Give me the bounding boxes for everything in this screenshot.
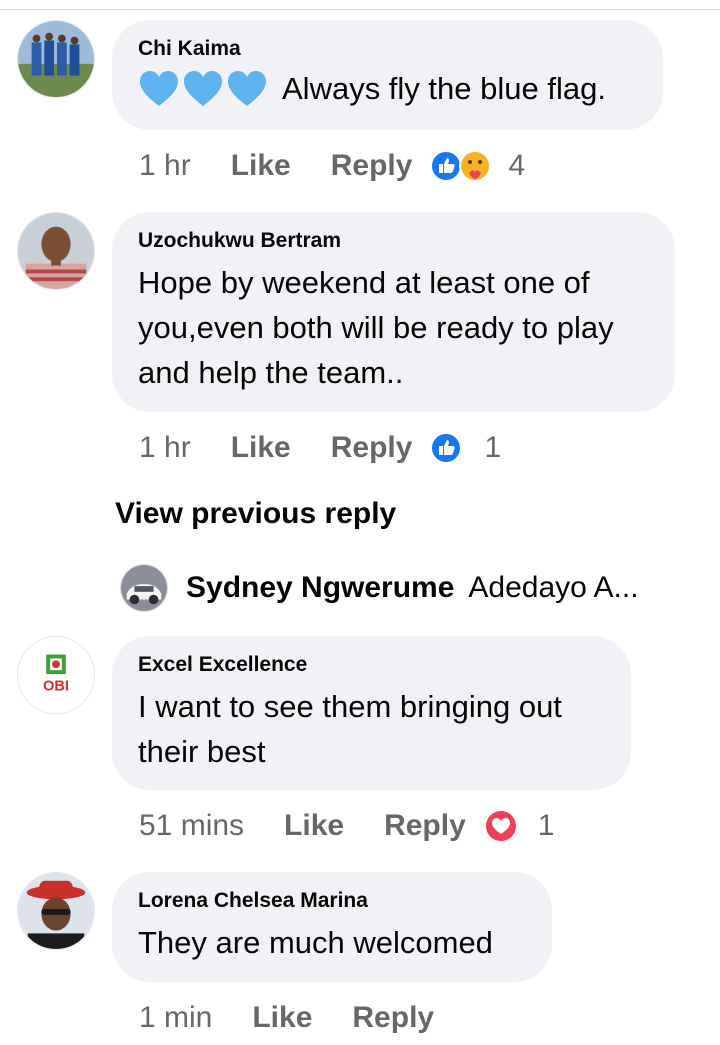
comment-author[interactable]: Excel Excellence: [138, 652, 605, 678]
like-button[interactable]: Like: [252, 1001, 312, 1035]
emoji-group: [138, 69, 270, 109]
comment-text: Always fly the blue flag.: [138, 66, 637, 111]
comment-time[interactable]: 1 min: [139, 1001, 212, 1035]
comment-text-line: I want to see them bringing out: [138, 689, 562, 724]
comment-bubble: Chi Kaima Always fly the blue flag.: [112, 20, 663, 130]
comment-text-line: their best: [138, 734, 266, 769]
comment-author[interactable]: Chi Kaima: [138, 36, 637, 62]
comment-bubble: Lorena Chelsea Marina They are much welc…: [112, 872, 552, 982]
avatar-photo: [121, 565, 167, 611]
comment-text-line: and help the team..: [138, 355, 404, 390]
reactions-summary[interactable]: 1: [483, 809, 555, 843]
reactions-summary[interactable]: 1: [430, 431, 501, 465]
reaction-count: 1: [484, 431, 502, 464]
blue-heart-icon: [228, 70, 266, 106]
reactions-summary[interactable]: 4: [430, 149, 525, 183]
comment-text-line: Hope by weekend at least one of: [138, 265, 590, 300]
comment-time[interactable]: 1 hr: [139, 149, 191, 183]
reaction-count: 4: [508, 149, 526, 182]
comment-actions: 1 min Like Reply: [139, 998, 452, 1038]
reply-button[interactable]: Reply: [352, 1001, 434, 1035]
comment-actions: 51 mins Like Reply 1: [139, 806, 554, 846]
avatar[interactable]: [120, 564, 168, 612]
avatar-photo: OBI: [18, 637, 94, 713]
avatar-photo: [18, 873, 94, 949]
top-divider: [0, 9, 720, 10]
reaction-count: 1: [537, 809, 555, 842]
comment-bubble: Excel Excellence I want to see them brin…: [112, 636, 631, 790]
comment-time[interactable]: 51 mins: [139, 809, 244, 843]
avatar-photo: [18, 213, 94, 289]
comment-text: They are much welcomed: [138, 925, 493, 960]
reply-preview[interactable]: Sydney Ngwerume Adedayo A...: [120, 563, 639, 613]
avatar[interactable]: OBI: [17, 636, 95, 714]
avatar[interactable]: [17, 20, 95, 98]
comment-time[interactable]: 1 hr: [139, 431, 191, 465]
like-button[interactable]: Like: [231, 431, 291, 465]
view-previous-reply-link[interactable]: View previous reply: [115, 497, 396, 531]
comment-author[interactable]: Lorena Chelsea Marina: [138, 888, 526, 914]
reply-button[interactable]: Reply: [331, 149, 413, 183]
reply-author[interactable]: Sydney Ngwerume: [186, 571, 454, 605]
blue-heart-icon: [184, 70, 222, 106]
like-reaction-icon: [430, 432, 463, 464]
reply-button[interactable]: Reply: [331, 431, 413, 465]
blue-heart-icon: [140, 70, 178, 106]
comment-bubble: Uzochukwu Bertram Hope by weekend at lea…: [112, 212, 675, 412]
reply-text: Adedayo A...: [468, 571, 639, 604]
comment-text-body: Always fly the blue flag.: [282, 71, 606, 106]
comment-actions: 1 hr Like Reply 4: [139, 146, 525, 186]
comment-text-line: you,even both will be ready to play: [138, 310, 614, 345]
care-reaction-icon: [459, 150, 492, 182]
like-button[interactable]: Like: [231, 149, 291, 183]
comment-author[interactable]: Uzochukwu Bertram: [138, 228, 649, 254]
avatar[interactable]: [17, 872, 95, 950]
avatar-photo: [18, 21, 94, 97]
avatar[interactable]: [17, 212, 95, 290]
love-reaction-icon: [483, 809, 518, 843]
reply-button[interactable]: Reply: [384, 809, 466, 843]
comment-actions: 1 hr Like Reply 1: [139, 428, 501, 468]
avatar-logo-text: OBI: [43, 679, 69, 695]
like-button[interactable]: Like: [284, 809, 344, 843]
